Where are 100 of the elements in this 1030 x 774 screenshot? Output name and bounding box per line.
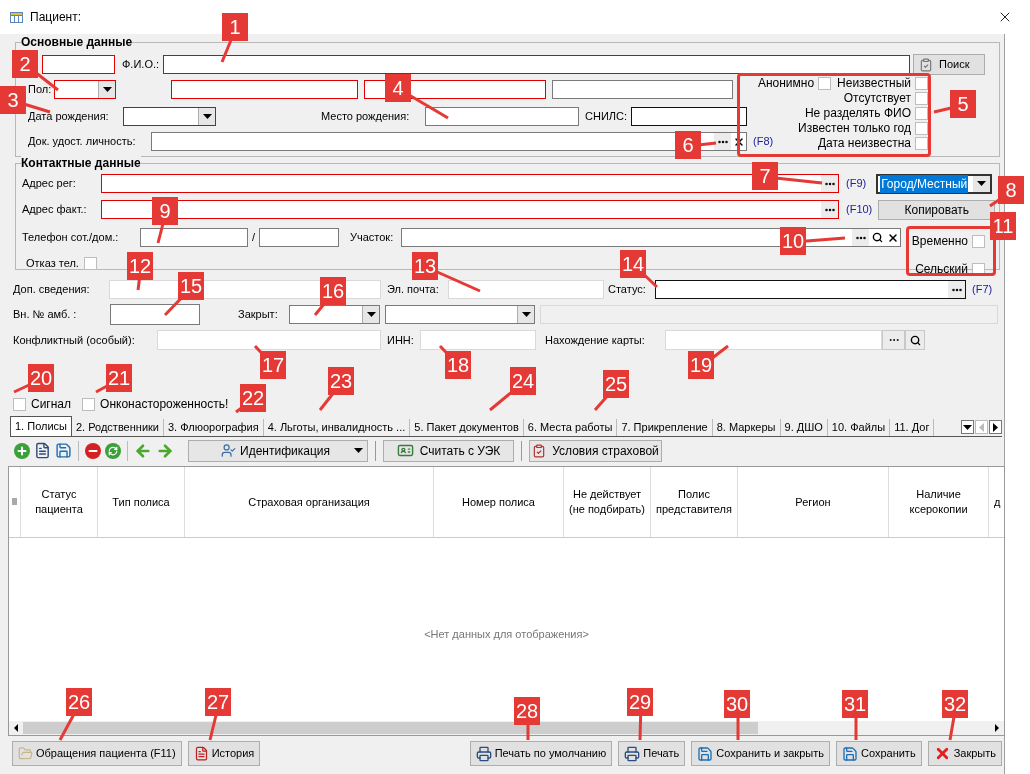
input-field[interactable] (425, 107, 579, 126)
input-field[interactable] (151, 132, 747, 151)
read-card-button[interactable]: Считать с УЭК (383, 439, 514, 462)
checkbox[interactable] (13, 397, 26, 411)
empty-message: <Нет данных для отображения> (424, 627, 589, 643)
caret-icon (354, 448, 363, 453)
tab[interactable]: 1. Полисы (10, 416, 72, 436)
horizontal-scrollbar[interactable] (9, 721, 1004, 735)
checkbox-label: Отказ тел. (26, 256, 79, 271)
search-button[interactable]: Поиск (913, 54, 985, 75)
copy-button[interactable]: Копировать (878, 199, 996, 220)
tab[interactable]: 5. Пакет документов (410, 419, 524, 436)
column-header[interactable]: Наличие ксерокопии (889, 487, 988, 517)
column-header[interactable]: д (992, 494, 1003, 510)
footer-button[interactable]: Сохранить и закрыть (691, 741, 830, 766)
search-icon (871, 232, 883, 243)
tab-menu-button[interactable] (961, 420, 974, 434)
checkbox-label: Отсутствует (843, 90, 911, 107)
tab[interactable]: 2. Родственники (72, 419, 164, 436)
input-field[interactable] (101, 200, 839, 219)
callout-badge: 8 (998, 176, 1024, 204)
tab[interactable]: 9. ДШО (780, 419, 828, 436)
footer-button[interactable]: Обращения пациента (F11) (12, 741, 182, 766)
footer-button[interactable]: Сохранить (835, 741, 922, 766)
delete-icon[interactable] (85, 442, 101, 459)
callout-badge: 25 (603, 370, 630, 398)
right-triangle-icon (995, 724, 999, 732)
identify-button[interactable]: Идентификация (188, 439, 368, 462)
input-field[interactable] (171, 80, 358, 99)
caret-icon (977, 181, 987, 186)
checkbox-label: Не разделять ФИО (804, 105, 911, 122)
column-header[interactable]: Не действует (не подбирать) (564, 487, 650, 517)
column-header[interactable]: Статус пациента (21, 487, 97, 517)
input-field[interactable] (401, 228, 901, 247)
footer-button[interactable]: Печать (618, 741, 686, 766)
footer-button[interactable]: Печать по умолчанию (469, 741, 613, 766)
browse-button[interactable] (821, 201, 838, 218)
input-field[interactable] (631, 107, 747, 126)
input-field[interactable] (110, 304, 200, 325)
input-field[interactable] (259, 228, 339, 247)
footer-button[interactable]: Закрыть (927, 741, 1002, 766)
tab[interactable]: 4. Льготы, инвалидность ... (263, 419, 411, 436)
search-button[interactable] (905, 330, 925, 350)
log-document-icon (193, 746, 209, 761)
checkbox-label: Сельский (915, 261, 968, 278)
field-label: Эл. почта: (387, 282, 440, 298)
dropdown-field[interactable]: Город/Местный (876, 173, 993, 194)
save-icon[interactable] (55, 442, 72, 459)
dropdown-field[interactable] (289, 305, 380, 324)
insurance-button[interactable]: Условия страховой (529, 439, 662, 462)
browse-button[interactable] (714, 133, 731, 150)
tab[interactable]: 6. Места работы (523, 419, 618, 436)
checkbox[interactable] (915, 76, 928, 90)
tab[interactable]: 7. Прикрепление (617, 419, 713, 436)
hotkey-hint: (F8) (753, 134, 774, 150)
checkbox[interactable] (915, 136, 928, 150)
column-header[interactable]: Страховая организация (246, 494, 372, 510)
callout-badge: 21 (106, 364, 133, 392)
column-header[interactable]: Регион (793, 494, 833, 510)
input-field[interactable] (655, 280, 966, 299)
input-field[interactable] (140, 228, 248, 247)
column-header[interactable]: Полис представителя (651, 487, 737, 517)
callout-badge: 19 (688, 351, 715, 379)
browse-button[interactable] (948, 281, 965, 298)
checkbox[interactable] (915, 121, 928, 135)
refresh-icon[interactable] (105, 442, 121, 459)
hotkey-hint: (F7) (972, 282, 993, 298)
checkbox[interactable] (83, 256, 97, 270)
tab[interactable]: 8. Маркеры (712, 419, 781, 436)
callout-badge: 13 (412, 252, 439, 280)
field-label: Нахождение карты: (545, 332, 646, 348)
input-field[interactable] (552, 80, 733, 99)
checkbox[interactable] (82, 397, 96, 411)
input-field[interactable] (42, 55, 115, 74)
tab[interactable]: 3. Флюорография (164, 419, 264, 436)
checkbox-label: Онконастороженность! (100, 396, 229, 413)
checkbox[interactable] (915, 91, 928, 105)
footer-button[interactable]: История (187, 741, 261, 766)
dropdown-field[interactable] (123, 107, 216, 126)
checkbox-label: Дата неизвестна (817, 135, 911, 152)
add-icon[interactable] (14, 442, 30, 459)
dropdown-field[interactable] (385, 305, 535, 324)
dropdown-field[interactable] (54, 80, 116, 99)
tab[interactable]: 10. Файлы (827, 419, 891, 436)
column-chooser-icon[interactable] (9, 467, 21, 537)
browse-button[interactable] (821, 175, 838, 192)
checkbox[interactable] (972, 234, 985, 248)
column-header[interactable]: Номер полиса (460, 494, 537, 510)
document-icon[interactable] (34, 442, 51, 459)
arrow-right-icon[interactable] (156, 441, 174, 460)
id-card-icon (396, 442, 414, 459)
checkbox-label: Неизвестный (837, 75, 911, 92)
checkbox[interactable] (818, 76, 832, 90)
column-header[interactable]: Тип полиса (110, 494, 172, 510)
tab[interactable]: 11. Дог (890, 419, 935, 436)
input-field[interactable] (163, 55, 910, 74)
caret-icon (521, 312, 531, 317)
checkbox[interactable] (915, 106, 928, 120)
scroll-right-button[interactable] (989, 420, 1002, 434)
browse-button[interactable] (852, 229, 869, 246)
